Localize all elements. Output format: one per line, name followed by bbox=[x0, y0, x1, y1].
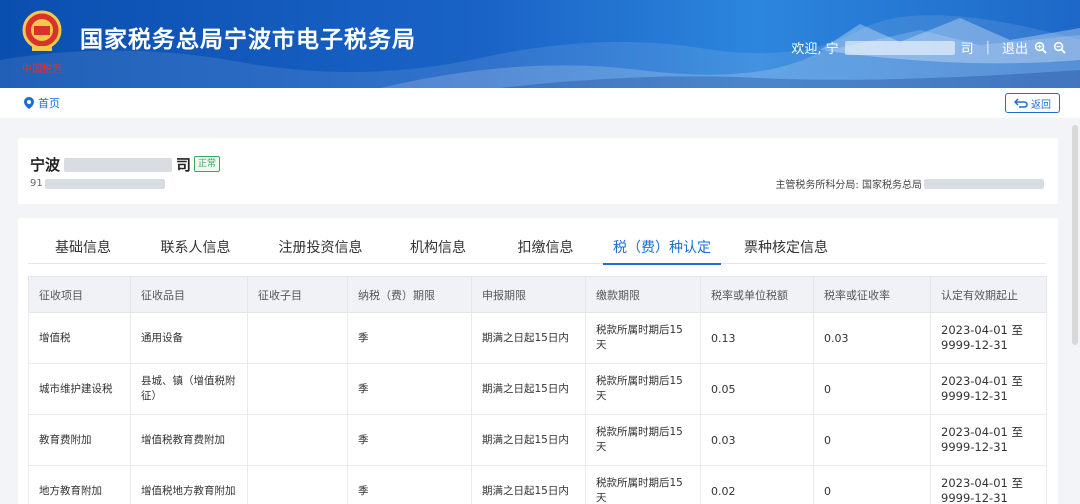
cell-tax-rate: 0.13 bbox=[700, 312, 814, 364]
cell-tax-item: 地方教育附加 bbox=[28, 465, 131, 504]
cell-filing-deadline: 期满之日起15日内 bbox=[471, 465, 586, 504]
cell-tax-item: 增值税 bbox=[28, 312, 131, 364]
tab-bar: 基础信息 联系人信息 注册投资信息 机构信息 扣缴信息 税（费）种认定 票种核定… bbox=[28, 230, 1046, 265]
cell-tax-category: 县城、镇（增值税附征） bbox=[130, 363, 248, 415]
cell-filing-deadline: 期满之日起15日内 bbox=[471, 414, 586, 466]
tax-info-panel: 基础信息 联系人信息 注册投资信息 机构信息 扣缴信息 税（费）种认定 票种核定… bbox=[18, 218, 1058, 504]
cell-tax-subcategory bbox=[247, 465, 348, 504]
cell-tax-item: 城市维护建设税 bbox=[28, 363, 131, 415]
cell-levy-rate: 0.03 bbox=[813, 312, 931, 364]
cell-levy-rate: 0 bbox=[813, 363, 931, 415]
cell-validity: 2023-04-01 至 9999-12-31 bbox=[930, 363, 1047, 415]
cell-tax-period: 季 bbox=[347, 414, 472, 466]
cell-filing-deadline: 期满之日起15日内 bbox=[471, 312, 586, 364]
cell-payment-deadline: 税款所属时期后15天 bbox=[585, 414, 701, 466]
company-name-prefix: 宁波 bbox=[30, 156, 61, 174]
home-label: 首页 bbox=[38, 97, 60, 110]
col-header: 认定有效期起止 bbox=[930, 276, 1047, 313]
cell-payment-deadline: 税款所属时期后15天 bbox=[585, 363, 701, 415]
masked-bureau bbox=[924, 178, 1044, 189]
tab-institution[interactable]: 机构信息 bbox=[388, 230, 488, 264]
tax-id: 91 bbox=[30, 178, 165, 189]
company-name: 宁波 司 bbox=[30, 154, 191, 175]
cell-filing-deadline: 期满之日起15日内 bbox=[471, 363, 586, 415]
welcome-prefix: 欢迎, 宁 bbox=[791, 42, 839, 57]
tax-emblem-logo: 中国税务 bbox=[22, 10, 62, 75]
col-header: 税率或单位税额 bbox=[700, 276, 814, 313]
cell-levy-rate: 0 bbox=[813, 414, 931, 466]
site-title: 国家税务总局宁波市电子税务局 bbox=[80, 27, 416, 53]
cell-tax-item: 教育费附加 bbox=[28, 414, 131, 466]
cell-tax-category: 通用设备 bbox=[130, 312, 248, 364]
cell-tax-subcategory bbox=[247, 363, 348, 415]
cell-tax-period: 季 bbox=[347, 363, 472, 415]
cell-tax-period: 季 bbox=[347, 465, 472, 504]
bureau-label: 主管税务所科分局: 国家税务总局 bbox=[775, 180, 922, 191]
zoom-in-icon[interactable] bbox=[1034, 41, 1047, 54]
tax-bureau: 主管税务所科分局: 国家税务总局 bbox=[775, 176, 1044, 191]
site-header: 中国税务 国家税务总局宁波市电子税务局 欢迎, 宁 司 | 退出 bbox=[0, 0, 1080, 88]
col-header: 缴款期限 bbox=[585, 276, 701, 313]
table-row: 增值税 通用设备 季 期满之日起15日内 税款所属时期后15天 0.13 0.0… bbox=[28, 312, 1047, 364]
tab-contacts[interactable]: 联系人信息 bbox=[138, 230, 253, 264]
return-arrow-icon bbox=[1014, 98, 1028, 108]
cell-tax-category: 增值税教育费附加 bbox=[130, 414, 248, 466]
zoom-out-icon[interactable] bbox=[1053, 41, 1066, 54]
masked-username bbox=[844, 40, 955, 55]
tax-type-table: 征收项目 征收品目 征收子目 纳税（费）期限 申报期限 缴款期限 税率或单位税额… bbox=[28, 276, 1047, 504]
masked-company-name bbox=[64, 157, 173, 172]
company-card: 宁波 司 正常 91 主管税务所科分局: 国家税务总局 bbox=[18, 138, 1058, 204]
tax-id-prefix: 91 bbox=[30, 178, 43, 189]
logout-link[interactable]: 退出 bbox=[1002, 38, 1028, 57]
cell-validity: 2023-04-01 至 9999-12-31 bbox=[930, 312, 1047, 364]
home-link[interactable]: 首页 bbox=[24, 95, 60, 111]
tab-withholding[interactable]: 扣缴信息 bbox=[488, 230, 603, 264]
col-header: 征收子目 bbox=[247, 276, 348, 313]
cell-levy-rate: 0 bbox=[813, 465, 931, 504]
table-header-row: 征收项目 征收品目 征收子目 纳税（费）期限 申报期限 缴款期限 税率或单位税额… bbox=[28, 276, 1047, 313]
cell-tax-category: 增值税地方教育附加 bbox=[130, 465, 248, 504]
back-button[interactable]: 返回 bbox=[1005, 93, 1060, 113]
tab-basic-info[interactable]: 基础信息 bbox=[28, 230, 138, 264]
page-scrollbar[interactable] bbox=[1072, 125, 1078, 345]
col-header: 申报期限 bbox=[471, 276, 586, 313]
cell-validity: 2023-04-01 至 9999-12-31 bbox=[930, 465, 1047, 504]
tab-investment[interactable]: 注册投资信息 bbox=[253, 230, 388, 264]
col-header: 征收项目 bbox=[28, 276, 131, 313]
cell-tax-subcategory bbox=[247, 414, 348, 466]
tab-tax-type[interactable]: 税（费）种认定 bbox=[603, 230, 721, 265]
cell-tax-period: 季 bbox=[347, 312, 472, 364]
masked-tax-id bbox=[44, 178, 165, 189]
cell-tax-rate: 0.03 bbox=[700, 414, 814, 466]
welcome-suffix: 司 bbox=[960, 42, 974, 57]
breadcrumb: 首页 返回 bbox=[0, 88, 1080, 118]
company-name-suffix: 司 bbox=[176, 156, 192, 174]
back-label: 返回 bbox=[1031, 99, 1051, 111]
user-area: 欢迎, 宁 司 | 退出 bbox=[791, 38, 1066, 57]
cell-tax-rate: 0.05 bbox=[700, 363, 814, 415]
cell-validity: 2023-04-01 至 9999-12-31 bbox=[930, 414, 1047, 466]
table-row: 教育费附加 增值税教育费附加 季 期满之日起15日内 税款所属时期后15天 0.… bbox=[28, 414, 1047, 466]
status-badge: 正常 bbox=[194, 156, 221, 172]
table-row: 地方教育附加 增值税地方教育附加 季 期满之日起15日内 税款所属时期后15天 … bbox=[28, 465, 1047, 504]
location-pin-icon bbox=[24, 97, 34, 109]
cell-tax-subcategory bbox=[247, 312, 348, 364]
logo-caption: 中国税务 bbox=[22, 62, 62, 75]
tab-invoice-type[interactable]: 票种核定信息 bbox=[721, 230, 851, 264]
cell-tax-rate: 0.02 bbox=[700, 465, 814, 504]
table-row: 城市维护建设税 县城、镇（增值税附征） 季 期满之日起15日内 税款所属时期后1… bbox=[28, 363, 1047, 415]
col-header: 征收品目 bbox=[130, 276, 248, 313]
col-header: 税率或征收率 bbox=[813, 276, 931, 313]
cell-payment-deadline: 税款所属时期后15天 bbox=[585, 465, 701, 504]
separator: | bbox=[985, 40, 990, 55]
cell-payment-deadline: 税款所属时期后15天 bbox=[585, 312, 701, 364]
col-header: 纳税（费）期限 bbox=[347, 276, 472, 313]
